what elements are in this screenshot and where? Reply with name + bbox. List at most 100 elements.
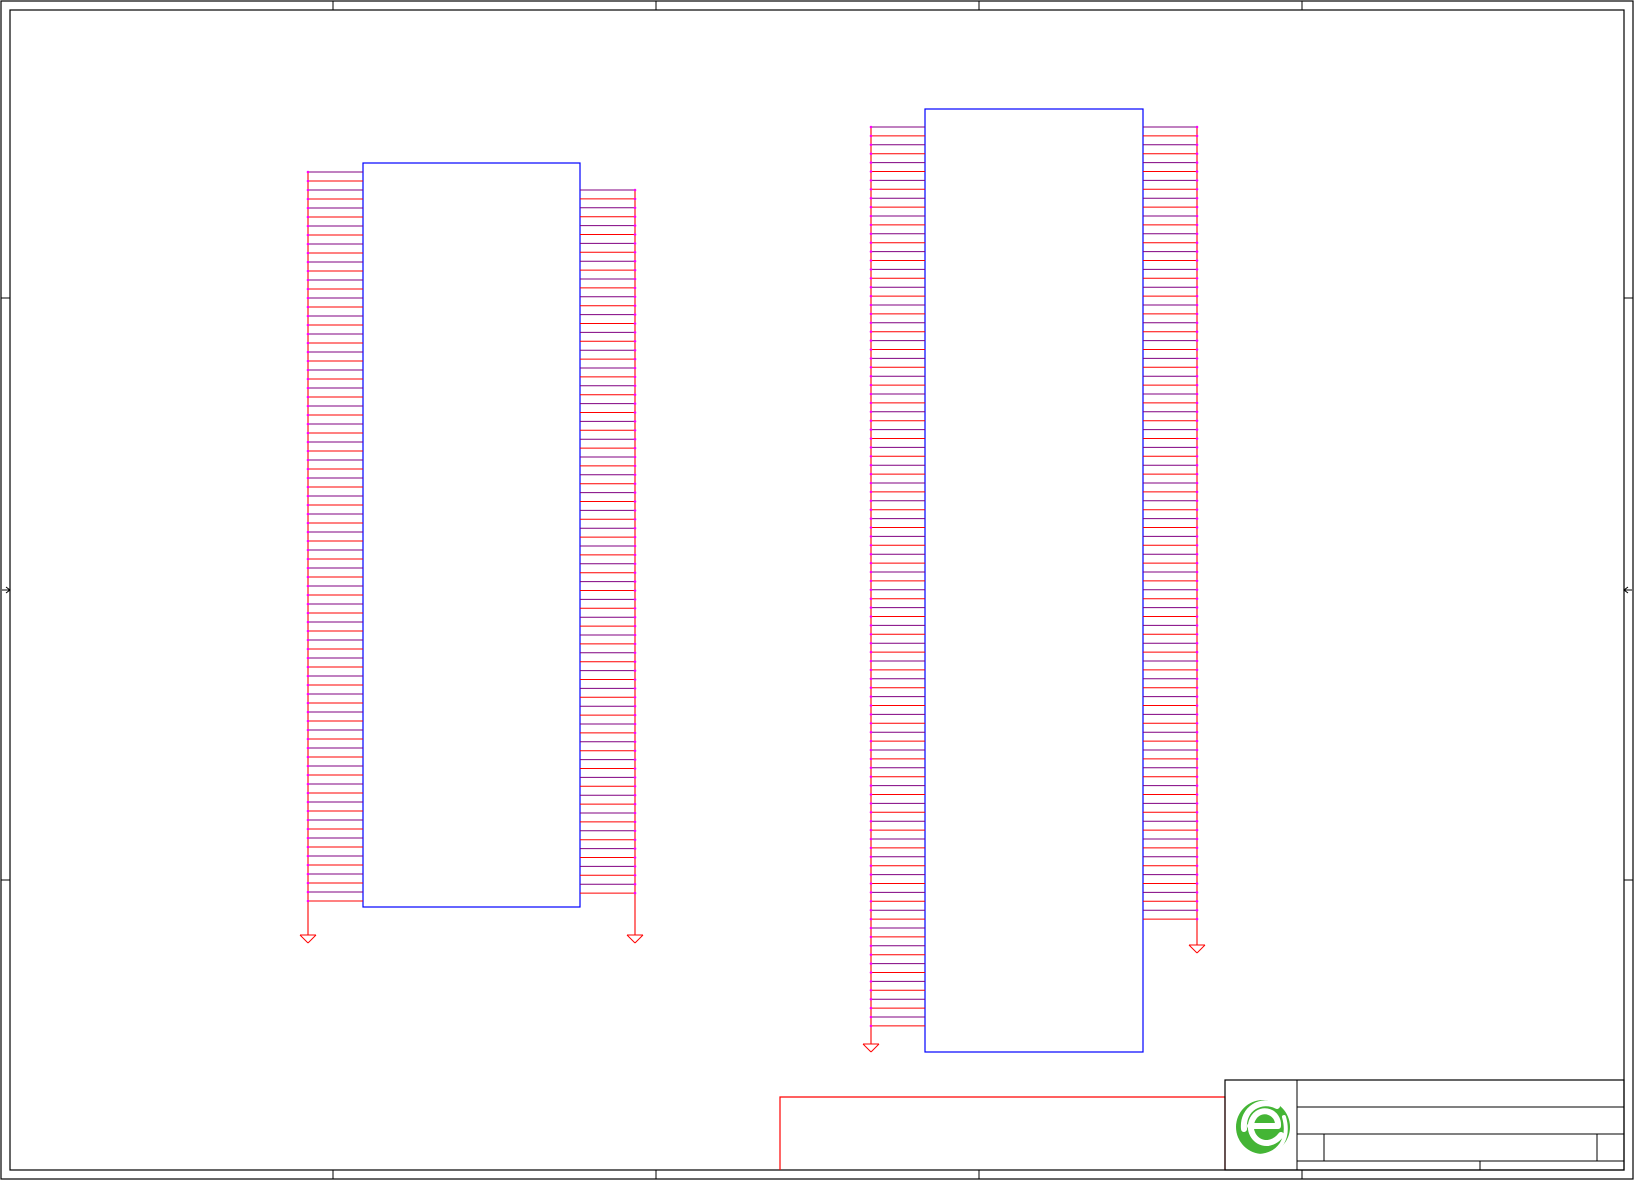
left-junction-28: [306, 413, 310, 417]
right-junction-54: [633, 660, 637, 663]
left-junction-40: [306, 521, 310, 525]
left-junction-85: [869, 873, 873, 876]
right-junction-57: [633, 687, 637, 690]
left-junction-44: [869, 508, 873, 512]
right-junction-23: [633, 384, 637, 388]
left-junction-46: [306, 575, 310, 579]
left-junction-56: [869, 615, 873, 618]
schematic-sheet: [0, 0, 1634, 1180]
left-junction-71: [869, 748, 873, 752]
left-junction-78: [306, 863, 310, 867]
left-junction-3: [306, 188, 310, 192]
left-junction-75: [306, 836, 310, 840]
right-junction-4: [633, 215, 637, 218]
right-ground-symbol: [626, 934, 644, 944]
right-junction-66: [1195, 704, 1199, 707]
left-junction-101: [869, 1015, 873, 1019]
right-junction-28: [1195, 366, 1199, 369]
right-junction-28: [633, 429, 637, 432]
right-junction-63: [1195, 677, 1199, 681]
left-junction-1: [306, 170, 310, 174]
right-junction-75: [1195, 784, 1199, 787]
left-junction-59: [306, 692, 310, 696]
left-junction-80: [306, 881, 310, 885]
outer-border: [0, 0, 1634, 1180]
left-junction-21: [306, 350, 310, 354]
left-junction-31: [306, 440, 310, 444]
left-junction-16: [869, 259, 873, 262]
right-junction-46: [633, 589, 637, 592]
component-body: [924, 108, 1144, 1053]
left-junction-14: [306, 287, 310, 291]
left-junction-10: [869, 205, 873, 209]
center-marker-left: [2, 586, 11, 594]
left-junction-81: [306, 890, 310, 894]
left-junction-4: [869, 152, 873, 155]
right-junction-60: [1195, 650, 1199, 654]
right-junction-84: [1195, 864, 1199, 867]
right-junction-44: [633, 571, 637, 574]
right-junction-53: [633, 651, 637, 655]
left-junction-36: [869, 437, 873, 440]
left-junction-35: [306, 476, 310, 480]
left-junction-24: [306, 377, 310, 381]
right-junction-15: [633, 313, 637, 316]
left-junction-14: [869, 241, 873, 244]
right-junction-45: [1195, 517, 1199, 520]
right-junction-23: [1195, 321, 1199, 325]
left-junction-15: [869, 250, 873, 253]
right-junction-2: [633, 197, 637, 201]
sheet-frame: [0, 0, 1634, 1180]
left-junction-72: [869, 757, 873, 761]
right-junction-65: [1195, 695, 1199, 698]
right-junction-35: [633, 491, 637, 494]
right-junction-79: [633, 882, 637, 886]
left-junction-62: [869, 668, 873, 672]
right-junction-81: [1195, 837, 1199, 841]
right-junction-52: [633, 642, 637, 646]
right-junction-45: [633, 580, 637, 583]
right-junction-74: [1195, 775, 1199, 778]
left-junction-33: [869, 410, 873, 414]
right-junction-38: [1195, 455, 1199, 458]
left-junction-18: [869, 277, 873, 280]
left-junction-41: [306, 530, 310, 534]
component-body: [362, 162, 581, 908]
left-junction-55: [306, 656, 310, 660]
right-junction-12: [1195, 223, 1199, 227]
left-junction-68: [869, 722, 873, 725]
ground-side-b: [1196, 944, 1206, 954]
ground-side-b: [634, 934, 644, 944]
left-junction-7: [306, 224, 310, 228]
component-u2[interactable]: [862, 108, 1206, 1053]
left-junction-82: [306, 899, 310, 903]
right-junction-47: [1195, 535, 1199, 538]
right-junction-80: [1195, 828, 1199, 832]
right-junction-29: [1195, 374, 1199, 378]
right-junction-10: [633, 268, 637, 272]
left-junction-38: [306, 503, 310, 507]
right-junction-16: [1195, 259, 1199, 262]
left-junction-60: [869, 650, 873, 654]
left-junction-96: [869, 971, 873, 974]
left-junction-98: [869, 989, 873, 992]
left-junction-22: [306, 359, 310, 363]
left-junction-62: [306, 719, 310, 723]
right-junction-77: [633, 865, 637, 868]
left-junction-46: [869, 526, 873, 529]
left-junction-4: [306, 197, 310, 201]
left-junction-41: [869, 481, 873, 485]
component-u1[interactable]: [299, 162, 644, 944]
right-junction-39: [633, 526, 637, 530]
right-junction-70: [633, 802, 637, 806]
right-junction-31: [1195, 392, 1199, 396]
left-junction-34: [869, 419, 873, 423]
right-junction-62: [1195, 668, 1199, 672]
right-junction-80: [633, 891, 637, 895]
right-junction-70: [1195, 739, 1199, 743]
left-junction-30: [869, 383, 873, 387]
ground-side-a: [1188, 944, 1198, 954]
right-junction-60: [633, 713, 637, 717]
right-junction-58: [633, 696, 637, 699]
right-junction-6: [633, 233, 637, 236]
